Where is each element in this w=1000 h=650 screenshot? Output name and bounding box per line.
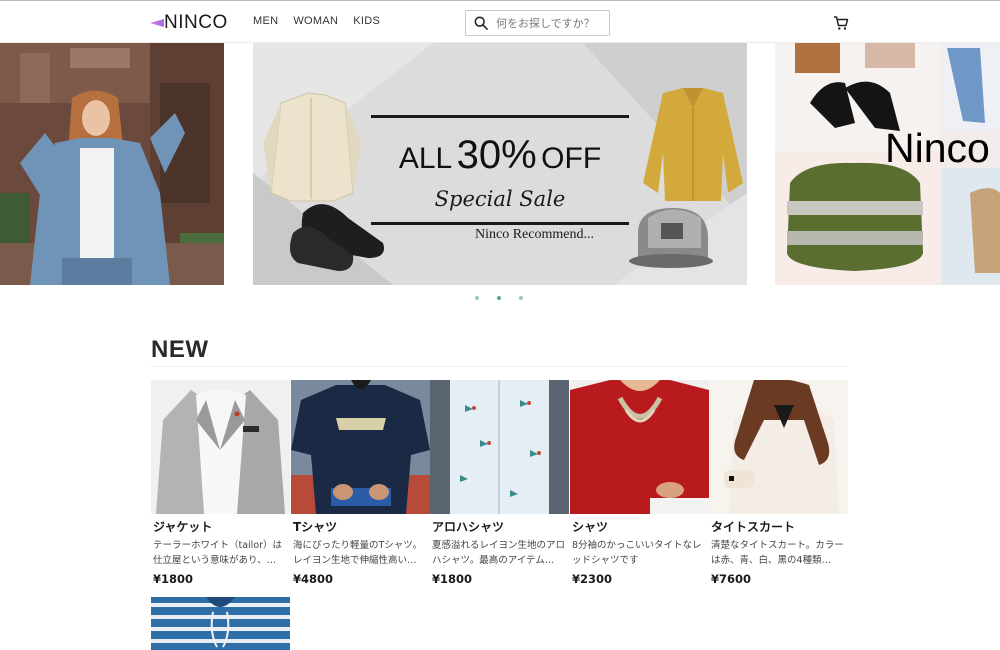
carousel-slide-active[interactable]: ALL 30% OFF Special Sale Ninco Recommend… <box>253 43 747 285</box>
carousel-dot[interactable] <box>475 296 479 300</box>
nav-kids[interactable]: KIDS <box>353 15 380 27</box>
cart-icon[interactable] <box>833 15 849 31</box>
search-input[interactable] <box>496 16 606 30</box>
product-price: ¥1800 <box>153 572 194 586</box>
sale-recommend-text: Ninco Recommend... <box>475 227 594 242</box>
product-card-jacket[interactable]: ジャケット テーラーホワイト（tailor）は仕立屋という意味があり、… ¥18… <box>151 380 290 586</box>
sale-subtitle: Special Sale <box>434 187 566 211</box>
product-name[interactable]: タイトスカート <box>709 518 848 535</box>
product-description: 海にぴったり軽量のTシャツ。レイヨン生地で伸縮性高い… <box>293 540 423 566</box>
product-card-shirt[interactable]: シャツ 8分袖のかっこいいタイトなレッドシャツです ¥2300 <box>570 380 709 586</box>
product-description: 清楚なタイトスカート。カラーは赤、青、白、黒の4種類… <box>711 540 844 566</box>
carousel-dot-active[interactable] <box>497 296 501 300</box>
carousel-slide-prev[interactable] <box>0 43 224 285</box>
ninco-overlay-text: Ninco <box>885 125 990 171</box>
carousel-dot[interactable] <box>519 296 523 300</box>
woman-denim-photo <box>0 43 224 285</box>
product-price: ¥1800 <box>432 572 473 586</box>
search-box[interactable] <box>465 10 610 36</box>
carousel-slide-next[interactable]: Ninco <box>775 43 1000 285</box>
product-description: テーラーホワイト（tailor）は仕立屋という意味があり、… <box>153 540 283 566</box>
product-price: ¥2300 <box>572 572 613 586</box>
carousel-dots <box>475 296 523 300</box>
product-image-striped[interactable] <box>151 597 290 650</box>
nav-woman[interactable]: WOMAN <box>293 15 338 27</box>
product-image-jacket[interactable] <box>151 380 290 514</box>
product-name[interactable]: Tシャツ <box>291 518 430 535</box>
product-image-tshirt[interactable] <box>291 380 430 514</box>
main-nav: MEN WOMAN KIDS <box>253 15 380 27</box>
product-card-tight-skirt[interactable]: タイトスカート 清楚なタイトスカート。カラーは赤、青、白、黒の4種類… ¥760… <box>709 380 848 586</box>
product-description: 8分袖のかっこいいタイトなレッドシャツです <box>572 540 702 566</box>
product-card-striped[interactable] <box>151 597 290 650</box>
product-name[interactable]: シャツ <box>570 518 709 535</box>
sale-title: ALL 30% OFF <box>398 133 602 177</box>
product-card-tshirt[interactable]: Tシャツ 海にぴったり軽量のTシャツ。レイヨン生地で伸縮性高い… ¥4800 <box>291 380 430 586</box>
logo-mark-icon <box>150 19 164 27</box>
product-price: ¥7600 <box>711 572 752 586</box>
product-description: 夏感溢れるレイヨン生地のアロハシャツ。最高のアイテム… <box>432 540 566 566</box>
product-image-tight-skirt[interactable] <box>709 380 848 514</box>
product-image-aloha-shirt[interactable] <box>430 380 569 514</box>
product-name[interactable]: ジャケット <box>151 518 290 535</box>
sale-bottom-rule <box>371 222 629 225</box>
site-header: NINCO MEN WOMAN KIDS <box>0 0 1000 43</box>
product-name[interactable]: アロハシャツ <box>430 518 569 535</box>
product-price: ¥4800 <box>293 572 334 586</box>
sweater-image <box>787 162 923 271</box>
section-title-new: NEW <box>151 336 209 363</box>
nav-men[interactable]: MEN <box>253 15 278 27</box>
hero-carousel: ALL 30% OFF Special Sale Ninco Recommend… <box>0 43 1000 286</box>
product-card-aloha-shirt[interactable]: アロハシャツ 夏感溢れるレイヨン生地のアロハシャツ。最高のアイテム… ¥1800 <box>430 380 569 586</box>
product-image-shirt[interactable] <box>570 380 709 514</box>
section-divider <box>151 366 848 367</box>
search-icon <box>474 16 488 30</box>
logo[interactable]: NINCO <box>150 10 228 36</box>
logo-text: NINCO <box>164 12 228 33</box>
sale-top-rule <box>371 115 629 118</box>
